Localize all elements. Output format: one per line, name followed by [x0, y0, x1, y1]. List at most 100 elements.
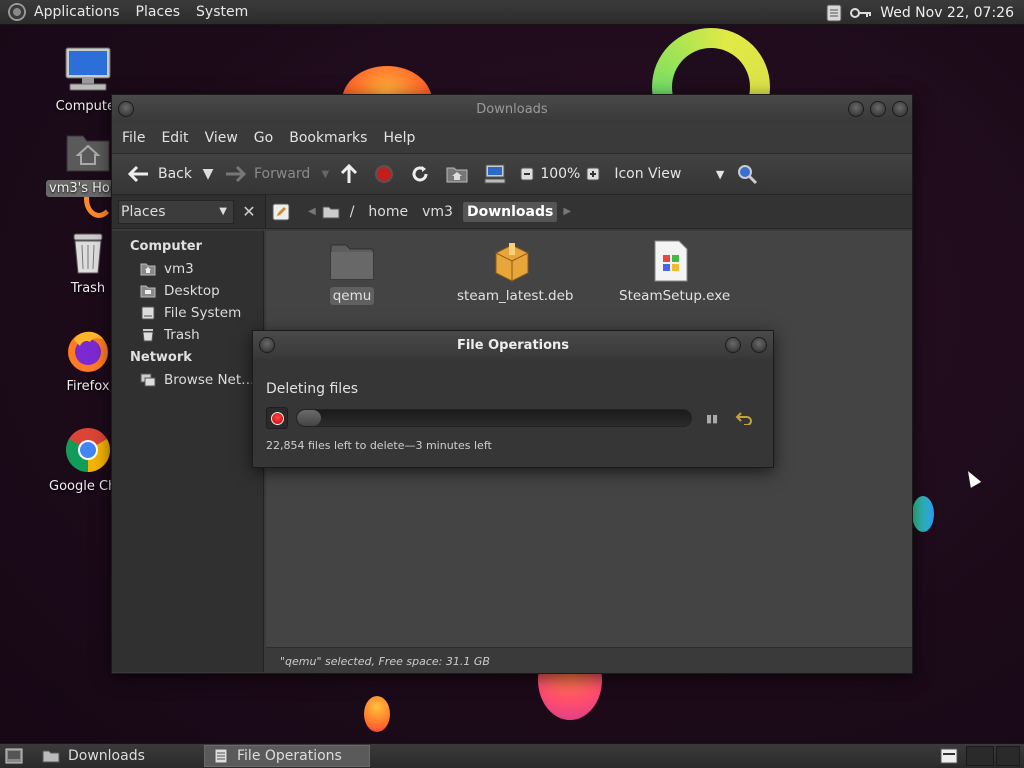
menu-places[interactable]: Places: [128, 4, 189, 20]
close-button[interactable]: [751, 337, 767, 353]
bottom-panel: Downloads File Operations: [0, 743, 1024, 768]
menu-system[interactable]: System: [188, 4, 256, 20]
desktop-folder-icon: [140, 285, 156, 298]
chrome-icon: [64, 426, 112, 474]
drive-icon: [322, 205, 340, 219]
file-item-steamsetup-exe[interactable]: SteamSetup.exe: [616, 239, 730, 305]
minimize-button[interactable]: [725, 337, 741, 353]
workspace-switcher-icon[interactable]: [940, 748, 958, 764]
menu-go[interactable]: Go: [246, 130, 281, 146]
executable-icon: [654, 240, 688, 282]
menu-bookmarks[interactable]: Bookmarks: [281, 130, 375, 146]
sidebar-header-network: Network: [130, 350, 192, 365]
search-icon[interactable]: [728, 159, 766, 189]
window-title: Downloads: [476, 101, 548, 117]
undo-icon[interactable]: [732, 407, 756, 429]
computer-icon[interactable]: [476, 159, 514, 189]
file-operations-dialog: File Operations Deleting files ▮▮ 22,854…: [252, 330, 774, 468]
stop-icon[interactable]: [366, 159, 402, 189]
zoom-out-icon[interactable]: [520, 167, 534, 181]
folder-icon: [42, 750, 60, 763]
package-icon: [495, 243, 529, 282]
taskbar-item-file-operations[interactable]: File Operations: [204, 745, 370, 767]
menu-view[interactable]: View: [197, 130, 246, 146]
home-folder-icon: [140, 263, 156, 276]
status-bar: "qemu" selected, Free space: 31.1 GB: [266, 647, 912, 673]
stop-icon: [270, 411, 284, 425]
cancel-operation-button[interactable]: [266, 407, 288, 429]
sidebar-item-vm3[interactable]: vm3: [112, 258, 263, 280]
home-icon[interactable]: [438, 159, 476, 189]
progress-fill: [297, 410, 321, 426]
up-arrow-icon[interactable]: [332, 159, 366, 189]
breadcrumb-scroll-left-icon[interactable]: ◀: [308, 206, 316, 217]
reload-icon[interactable]: [402, 159, 438, 189]
sidebar-item-file-system[interactable]: File System: [112, 302, 263, 324]
back-arrow-icon: [128, 165, 150, 183]
taskbar-item-downloads[interactable]: Downloads: [34, 745, 200, 767]
menubar: File Edit View Go Bookmarks Help: [112, 123, 912, 153]
places-header: Places ▼ ✕: [112, 195, 266, 228]
edit-location-icon[interactable]: [272, 203, 290, 221]
trash-icon: [64, 228, 112, 276]
zoom-level: 100%: [540, 166, 581, 182]
window-menu-button[interactable]: [259, 337, 275, 353]
view-mode-select[interactable]: Icon View ▼: [610, 159, 728, 189]
forward-button[interactable]: Forward: [216, 159, 318, 189]
chevron-down-icon: ▼: [715, 167, 725, 181]
file-item-qemu[interactable]: qemu: [326, 239, 378, 305]
firefox-icon: [64, 326, 112, 374]
breadcrumb-scroll-right-icon[interactable]: ▶: [563, 206, 571, 217]
clock[interactable]: Wed Nov 22, 07:26: [880, 5, 1014, 21]
notes-icon[interactable]: [826, 4, 842, 22]
sidebar-item-browse-network[interactable]: Browse Net…: [112, 369, 263, 391]
chevron-down-icon: ▼: [219, 206, 227, 217]
breadcrumb-downloads[interactable]: Downloads: [462, 201, 558, 222]
key-icon[interactable]: [850, 6, 872, 20]
toolbar: Back ▼ Forward ▼ 100% Icon View ▼: [112, 153, 912, 195]
file-manager-titlebar[interactable]: Downloads: [112, 95, 912, 123]
menu-applications[interactable]: Applications: [26, 4, 128, 20]
close-button[interactable]: [892, 101, 908, 117]
folder-icon: [330, 244, 374, 280]
network-icon: [140, 373, 156, 387]
pause-icon[interactable]: ▮▮: [700, 407, 724, 429]
window-menu-button[interactable]: [118, 101, 134, 117]
trash-icon: [142, 329, 154, 342]
back-history-dropdown-icon[interactable]: ▼: [200, 166, 216, 182]
distro-logo-icon[interactable]: [8, 3, 26, 21]
wallpaper-blue-blob: [912, 496, 934, 532]
places-select[interactable]: Places ▼: [118, 199, 234, 224]
close-sidebar-icon[interactable]: ✕: [238, 202, 260, 221]
menu-help[interactable]: Help: [375, 130, 423, 146]
sidebar-item-trash[interactable]: Trash: [112, 324, 263, 346]
breadcrumb-home[interactable]: home: [364, 202, 412, 222]
home-folder-icon: [64, 128, 112, 176]
breadcrumb-vm3[interactable]: vm3: [418, 202, 457, 222]
file-operations-titlebar[interactable]: File Operations: [253, 331, 773, 359]
forward-history-dropdown-icon[interactable]: ▼: [318, 169, 332, 180]
workspace-3[interactable]: [996, 746, 1020, 766]
dialog-title: File Operations: [456, 337, 570, 353]
wallpaper-small-orange-blob: [364, 696, 390, 732]
minimize-button[interactable]: [848, 101, 864, 117]
breadcrumb: ◀ / home vm3 Downloads ▶: [266, 195, 571, 228]
workspace-2[interactable]: [966, 746, 994, 766]
zoom-in-icon[interactable]: [586, 167, 600, 181]
back-button[interactable]: Back: [120, 159, 200, 189]
progress-bar: [296, 409, 692, 427]
operation-detail: 22,854 files left to delete—3 minutes le…: [266, 439, 492, 452]
sidebar: Computer vm3 Desktop File System Trash N…: [112, 231, 264, 672]
maximize-button[interactable]: [870, 101, 886, 117]
document-icon: [214, 748, 228, 764]
computer-icon: [64, 46, 112, 94]
file-item-steam-latest-deb[interactable]: steam_latest.deb: [454, 239, 574, 305]
drive-icon: [141, 306, 155, 320]
operation-heading: Deleting files: [266, 381, 359, 397]
show-desktop-icon[interactable]: [2, 748, 26, 764]
breadcrumb-root[interactable]: /: [346, 202, 359, 222]
top-panel: Applications Places System Wed Nov 22, 0…: [0, 0, 1024, 25]
sidebar-item-desktop[interactable]: Desktop: [112, 280, 263, 302]
menu-edit[interactable]: Edit: [153, 130, 196, 146]
menu-file[interactable]: File: [114, 130, 153, 146]
